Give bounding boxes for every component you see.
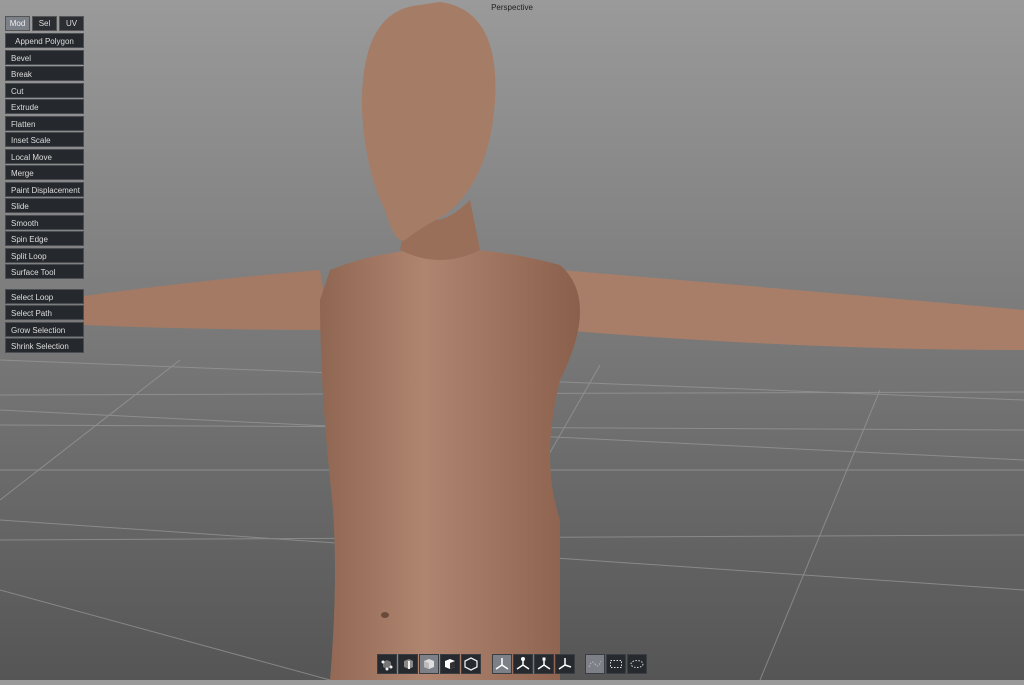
surface-tool-button[interactable]: Surface Tool: [5, 264, 84, 279]
cut-button[interactable]: Cut: [5, 82, 84, 98]
scene-canvas: [0, 2, 1024, 681]
lasso-select-button[interactable]: [585, 654, 605, 674]
universal-manipulator-button[interactable]: [555, 654, 575, 674]
select-loop-button[interactable]: Select Loop: [5, 288, 84, 304]
character-model[interactable]: [84, 2, 1024, 680]
paint-select-icon: [630, 660, 644, 668]
scale-button[interactable]: [534, 654, 554, 674]
paint-select-button[interactable]: [627, 654, 647, 674]
break-button[interactable]: Break: [5, 66, 84, 81]
edge-mode-button[interactable]: [398, 654, 418, 674]
spin-edge-button[interactable]: Spin Edge: [5, 231, 84, 246]
multi-mode-icon: [464, 657, 478, 671]
scale-icon: [537, 657, 551, 670]
tab-uv[interactable]: UV: [59, 16, 84, 31]
tab-mod[interactable]: Mod: [5, 16, 30, 31]
grow-selection-button[interactable]: Grow Selection: [5, 321, 84, 337]
face-mode-icon: [424, 659, 434, 669]
move-button[interactable]: [492, 654, 512, 674]
rectangle-select-icon: [610, 660, 622, 668]
vertex-mode-button[interactable]: [377, 654, 397, 674]
lasso-select-icon: [588, 660, 602, 668]
panel-tabs: Mod Sel UV: [5, 16, 84, 31]
flatten-button[interactable]: Flatten: [5, 115, 84, 131]
torso: [320, 248, 580, 680]
navel: [381, 612, 389, 618]
select-path-button[interactable]: Select Path: [5, 305, 84, 320]
slide-button[interactable]: Slide: [5, 198, 84, 213]
universal-manipulator-icon: [558, 658, 572, 670]
smooth-button[interactable]: Smooth: [5, 214, 84, 230]
shrink-selection-button[interactable]: Shrink Selection: [5, 338, 84, 353]
3d-viewport[interactable]: [0, 0, 1024, 681]
rotate-icon: [516, 657, 530, 670]
vertex-mode-icon: [381, 660, 393, 671]
append-polygon-button[interactable]: Append Polygon: [5, 33, 84, 48]
paint-displacement-button[interactable]: Paint Displacement: [5, 181, 84, 197]
face-mode-button[interactable]: [419, 654, 439, 674]
rectangle-select-button[interactable]: [606, 654, 626, 674]
edge-mode-icon: [404, 659, 413, 669]
local-move-button[interactable]: Local Move: [5, 148, 84, 164]
merge-button[interactable]: Merge: [5, 165, 84, 180]
multi-mode-button[interactable]: [461, 654, 481, 674]
object-mode-icon: [445, 659, 455, 669]
right-arm: [560, 270, 1024, 350]
object-mode-button[interactable]: [440, 654, 460, 674]
rotate-button[interactable]: [513, 654, 533, 674]
left-arm: [84, 270, 330, 330]
bevel-button[interactable]: Bevel: [5, 49, 84, 65]
extrude-button[interactable]: Extrude: [5, 99, 84, 114]
split-loop-button[interactable]: Split Loop: [5, 247, 84, 263]
tab-sel[interactable]: Sel: [32, 16, 57, 31]
viewport-title: Perspective: [491, 3, 533, 12]
move-icon: [495, 658, 509, 670]
head: [361, 2, 496, 241]
inset-scale-button[interactable]: Inset Scale: [5, 132, 84, 147]
tool-panel: Mod Sel UV Append Polygon Bevel Break Cu…: [5, 16, 84, 355]
